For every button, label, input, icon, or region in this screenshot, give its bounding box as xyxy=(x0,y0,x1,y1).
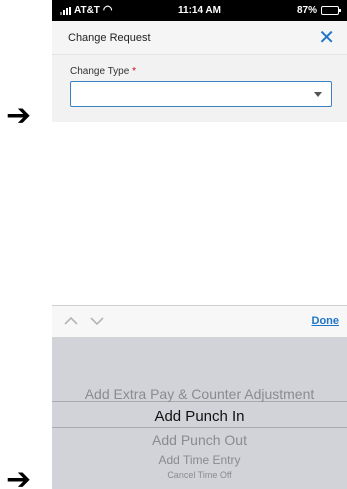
change-type-label-text: Change Type xyxy=(70,66,130,77)
done-button[interactable]: Done xyxy=(312,315,340,327)
picker-option[interactable]: Cancel Time Off xyxy=(52,470,347,480)
change-type-picker: Done Add Extra Pay & Counter Adjustment … xyxy=(52,305,347,489)
battery-status: 87% xyxy=(296,5,341,16)
status-bar: AT&T ◠ 11:14 AM 87% xyxy=(52,0,347,21)
dialog-header: Change Request ✕ xyxy=(52,21,347,55)
battery-percent: 87% xyxy=(296,5,317,16)
selection-line-bottom xyxy=(52,427,347,428)
chevron-down-icon xyxy=(314,92,322,97)
picker-option[interactable]: Add Extra Pay & Counter Adjustment xyxy=(52,386,347,402)
picker-wheel[interactable]: Add Extra Pay & Counter Adjustment Add P… xyxy=(52,338,347,489)
annotation-arrow-bottom: ➔ xyxy=(6,462,32,489)
chevron-down-icon[interactable] xyxy=(90,316,104,328)
picker-toolbar: Done xyxy=(52,305,347,338)
picker-option-selected[interactable]: Add Punch In xyxy=(52,408,347,425)
picker-option[interactable]: Add Time Entry xyxy=(52,453,347,467)
close-icon[interactable]: ✕ xyxy=(318,25,335,51)
change-type-label: Change Type * xyxy=(70,66,136,77)
battery-icon xyxy=(321,6,341,15)
change-request-screen: AT&T ◠ 11:14 AM 87% Change Request ✕ Cha… xyxy=(52,0,347,122)
chevron-up-icon[interactable] xyxy=(64,316,78,328)
required-marker: * xyxy=(132,66,136,77)
dialog-title: Change Request xyxy=(68,32,151,44)
change-type-select[interactable] xyxy=(70,81,332,107)
picker-option[interactable]: Add Punch Out xyxy=(52,432,347,448)
annotation-arrow-top: ➔ xyxy=(6,98,32,133)
